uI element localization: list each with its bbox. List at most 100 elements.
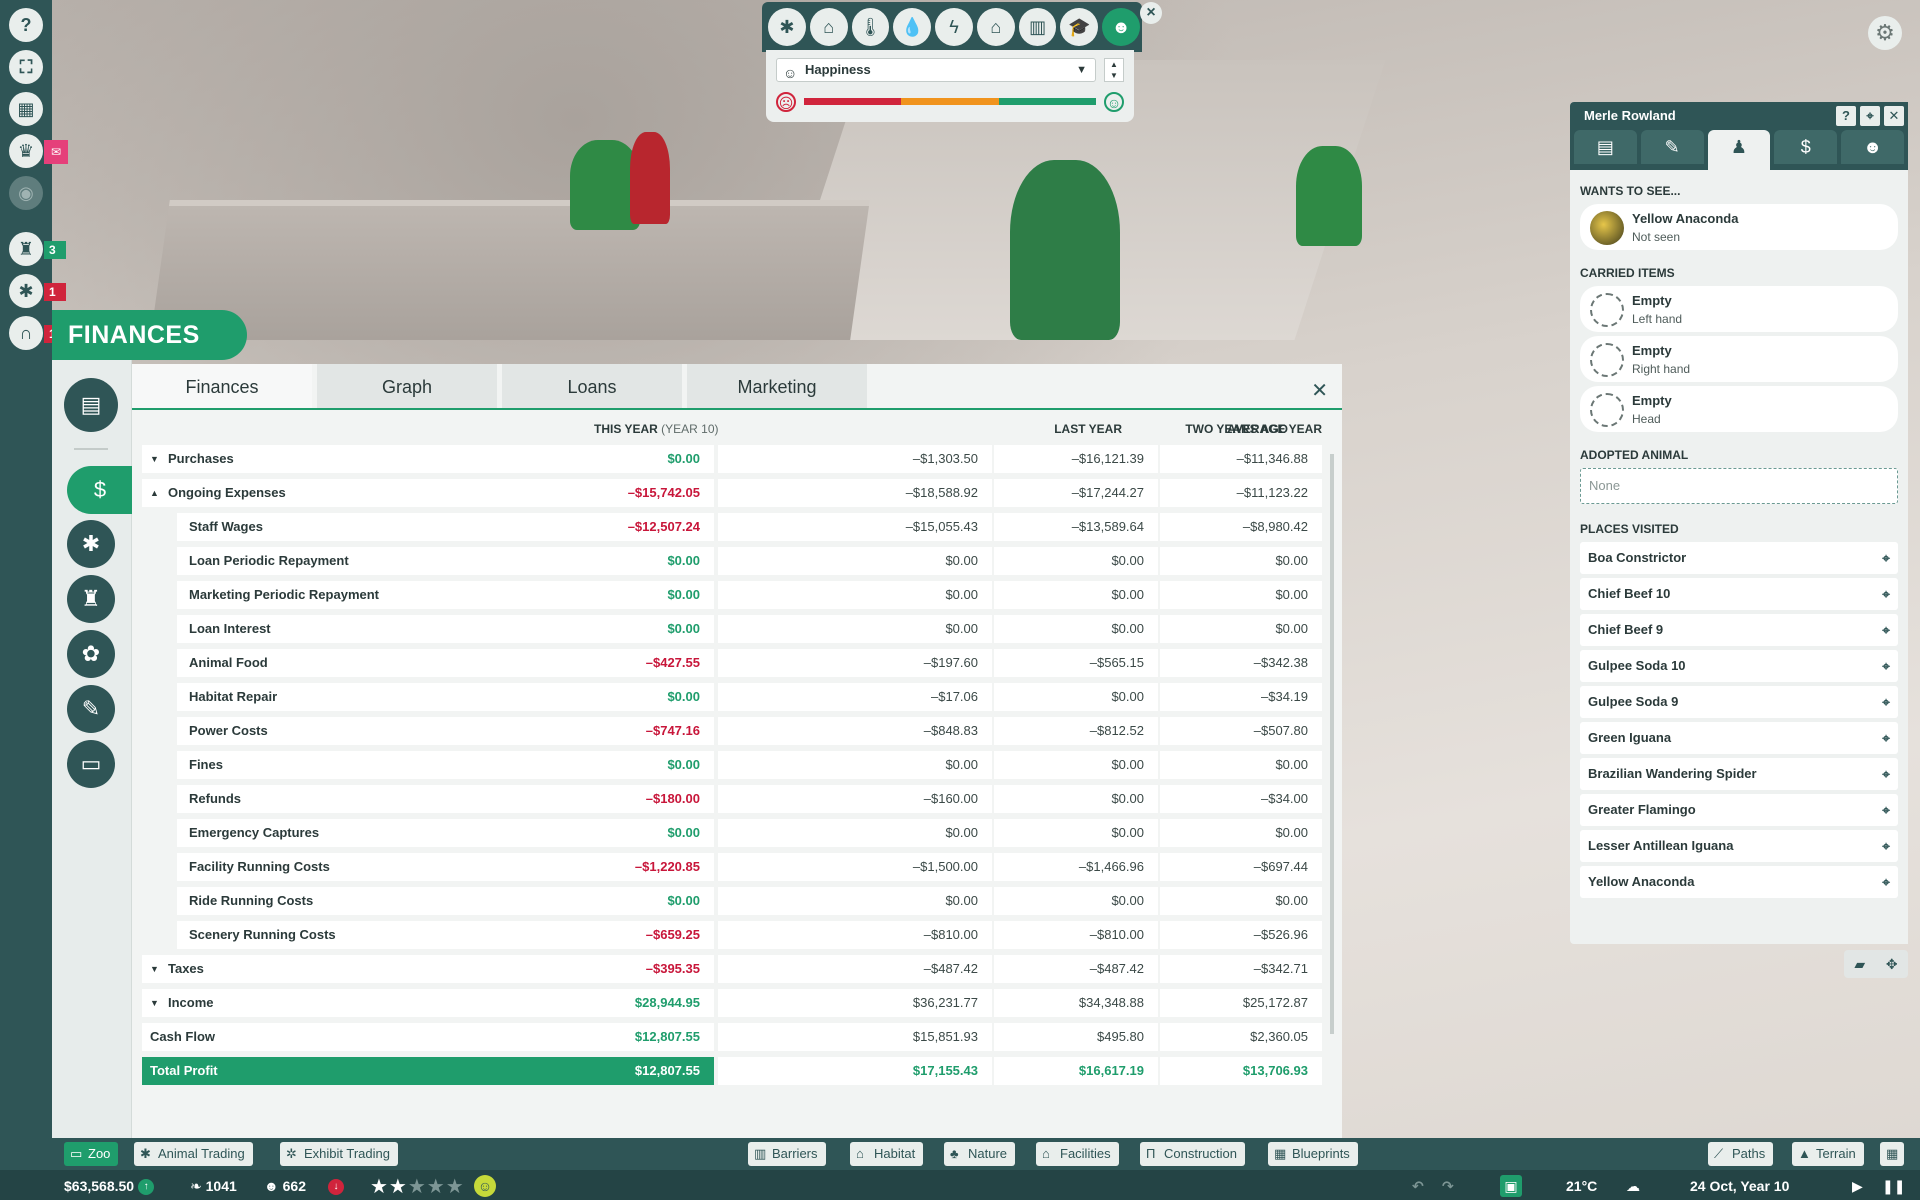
wrench-icon[interactable]: ✎: [67, 685, 115, 733]
table-row[interactable]: ▼ Taxes –$395.35 –$487.42 –$487.42 –$342.71: [142, 952, 1322, 986]
gear-icon[interactable]: ⚙: [1868, 16, 1902, 50]
animals-icon[interactable]: ✿: [67, 630, 115, 678]
carried-item[interactable]: Empty Right hand: [1580, 336, 1898, 382]
list-item[interactable]: Lesser Antillean Iguana ⌖: [1580, 830, 1898, 862]
pause-icon[interactable]: ❚❚: [1882, 1175, 1905, 1197]
table-row[interactable]: Power Costs –$747.16 –$848.83 –$812.52 –$507…: [142, 714, 1322, 748]
guest-figure[interactable]: [630, 132, 670, 224]
habitat-button[interactable]: ⌂ Habitat: [850, 1142, 924, 1166]
zoo-icon[interactable]: ⛶: [9, 50, 43, 84]
education-icon[interactable]: 🎓: [1060, 8, 1099, 46]
building-icon[interactable]: ⌂: [976, 8, 1015, 46]
facility-icon[interactable]: ▥: [1018, 8, 1057, 46]
close-icon[interactable]: ×: [1140, 2, 1162, 24]
location-pin-icon[interactable]: ⌖: [1882, 614, 1890, 646]
table-row[interactable]: Habitat Repair $0.00 –$17.06 $0.00 –$34.19: [142, 680, 1322, 714]
money-icon[interactable]: $: [1774, 130, 1838, 164]
calendar-icon[interactable]: ▦: [9, 92, 43, 126]
redo-icon[interactable]: ↷: [1442, 1175, 1454, 1197]
undo-icon[interactable]: ↶: [1412, 1175, 1424, 1197]
tab-marketing[interactable]: Marketing: [687, 364, 867, 408]
guests-icon[interactable]: ☻: [1102, 8, 1141, 46]
list-item[interactable]: Gulpee Soda 9 ⌖: [1580, 686, 1898, 718]
heatmap-stepper[interactable]: ▲ ▼: [1104, 58, 1124, 82]
guest-figure[interactable]: [1296, 146, 1362, 246]
happiness-face-icon[interactable]: ☺: [474, 1175, 496, 1197]
table-row[interactable]: Loan Periodic Repayment $0.00 $0.00 $0.00 $0…: [142, 544, 1322, 578]
list-item[interactable]: Brazilian Wandering Spider ⌖: [1580, 758, 1898, 790]
water-icon[interactable]: 💧: [893, 8, 932, 46]
list-item[interactable]: Gulpee Soda 10 ⌖: [1580, 650, 1898, 682]
wants-card[interactable]: Yellow Anaconda Not seen: [1580, 204, 1898, 250]
tab-graph[interactable]: Graph: [317, 364, 497, 408]
location-pin-icon[interactable]: ⌖: [1882, 758, 1890, 790]
carried-item[interactable]: Empty Left hand: [1580, 286, 1898, 332]
table-row[interactable]: Cash Flow $12,807.55 $15,851.93 $495.80 $2,3…: [142, 1020, 1322, 1054]
construction-button[interactable]: Π Construction: [1140, 1142, 1245, 1166]
tab-loans[interactable]: Loans: [502, 364, 682, 408]
facilities-button[interactable]: ⌂ Facilities: [1036, 1142, 1119, 1166]
chevron-down-icon[interactable]: ▼: [150, 445, 159, 473]
paw-icon[interactable]: ✱: [67, 520, 115, 568]
table-row[interactable]: Ride Running Costs $0.00 $0.00 $0.00 $0.00: [142, 884, 1322, 918]
guest-figure[interactable]: [1010, 160, 1120, 340]
location-pin-icon[interactable]: ⌖: [1882, 650, 1890, 682]
paths-button[interactable]: ⟋ Paths: [1708, 1142, 1774, 1166]
chevron-up-icon[interactable]: ▲: [150, 479, 159, 507]
terrain-button[interactable]: ▲ Terrain: [1792, 1142, 1864, 1166]
help-icon[interactable]: ?: [9, 8, 43, 42]
list-item[interactable]: Yellow Anaconda ⌖: [1580, 866, 1898, 898]
barriers-button[interactable]: ▥ Barriers: [748, 1142, 826, 1166]
tab-finances[interactable]: Finances: [132, 364, 312, 408]
chevron-down-icon[interactable]: ▼: [150, 955, 159, 983]
location-pin-icon[interactable]: ⌖: [1882, 830, 1890, 862]
chevron-down-icon[interactable]: ▼: [150, 989, 159, 1017]
finance-icon[interactable]: $: [67, 466, 133, 514]
table-row[interactable]: Emergency Captures $0.00 $0.00 $0.00 $0.00: [142, 816, 1322, 850]
list-item[interactable]: Chief Beef 10 ⌖: [1580, 578, 1898, 610]
camera-icon[interactable]: ▰: [1854, 956, 1865, 973]
staff-icon[interactable]: ♜: [67, 575, 115, 623]
gift-icon[interactable]: ✉: [44, 140, 68, 164]
temperature-icon[interactable]: 🌡: [851, 8, 890, 46]
table-row[interactable]: Fines $0.00 $0.00 $0.00 $0.00: [142, 748, 1322, 782]
table-row[interactable]: Staff Wages –$12,507.24 –$15,055.43 –$13,58…: [142, 510, 1322, 544]
location-pin-icon[interactable]: ⌖: [1882, 578, 1890, 610]
locate-icon[interactable]: ⌖: [1860, 106, 1880, 126]
zoo-rating[interactable]: ★★★★★: [370, 1174, 465, 1199]
table-row[interactable]: Animal Food –$427.55 –$197.60 –$565.15 –$342…: [142, 646, 1322, 680]
clipboard-icon[interactable]: ▤: [1574, 130, 1637, 164]
gate-icon[interactable]: ∩: [9, 316, 43, 350]
list-item[interactable]: Greater Flamingo ⌖: [1580, 794, 1898, 826]
shop-icon[interactable]: ▭: [67, 740, 115, 788]
blueprints-button[interactable]: ▦ Blueprints: [1268, 1142, 1358, 1166]
guests-display[interactable]: ☻ 662 ↓: [264, 1175, 344, 1197]
power-icon[interactable]: ϟ: [935, 8, 973, 46]
paw-icon[interactable]: ✱: [9, 274, 43, 308]
help-icon[interactable]: ?: [1836, 106, 1856, 126]
exhibit-trading-button[interactable]: ✲ Exhibit Trading: [280, 1142, 398, 1166]
table-row[interactable]: ▼ Income $28,944.95 $36,231.77 $34,348.88 $25…: [142, 986, 1322, 1020]
money-display[interactable]: $63,568.50 ↑: [64, 1175, 155, 1197]
trophy-icon[interactable]: ♛: [9, 134, 43, 168]
location-pin-icon[interactable]: ⌖: [1882, 722, 1890, 754]
table-row[interactable]: ▲ Ongoing Expenses –$15,742.05 –$18,588.92–…: [142, 476, 1322, 510]
keeper-icon[interactable]: ♜: [9, 232, 43, 266]
table-row[interactable]: Scenery Running Costs –$659.25 –$810.00 –$8…: [142, 918, 1322, 952]
screenshot-icon[interactable]: ▣: [1500, 1175, 1522, 1197]
table-row[interactable]: Marketing Periodic Repayment $0.00 $0.00 $0…: [142, 578, 1322, 612]
list-item[interactable]: Chief Beef 9 ⌖: [1580, 614, 1898, 646]
habitat-icon[interactable]: ⌂: [809, 8, 848, 46]
table-row[interactable]: ▼ Purchases $0.00 –$1,303.50 –$16,121.39 –$11…: [142, 442, 1322, 476]
animal-trading-button[interactable]: ✱ Animal Trading: [134, 1142, 253, 1166]
location-pin-icon[interactable]: ⌖: [1882, 794, 1890, 826]
scrollbar[interactable]: [1330, 454, 1334, 1034]
conservation-display[interactable]: ❧ 1041: [190, 1175, 237, 1197]
heatmap-select[interactable]: ☺ Happiness ▼: [776, 58, 1096, 82]
carried-item[interactable]: Empty Head: [1580, 386, 1898, 432]
table-row[interactable]: Facility Running Costs –$1,220.85 –$1,500.…: [142, 850, 1322, 884]
location-pin-icon[interactable]: ⌖: [1882, 866, 1890, 898]
move-icon[interactable]: ✥: [1886, 956, 1898, 973]
zoo-button[interactable]: ▭ Zoo: [64, 1142, 119, 1166]
close-icon[interactable]: ✕: [1311, 378, 1328, 403]
